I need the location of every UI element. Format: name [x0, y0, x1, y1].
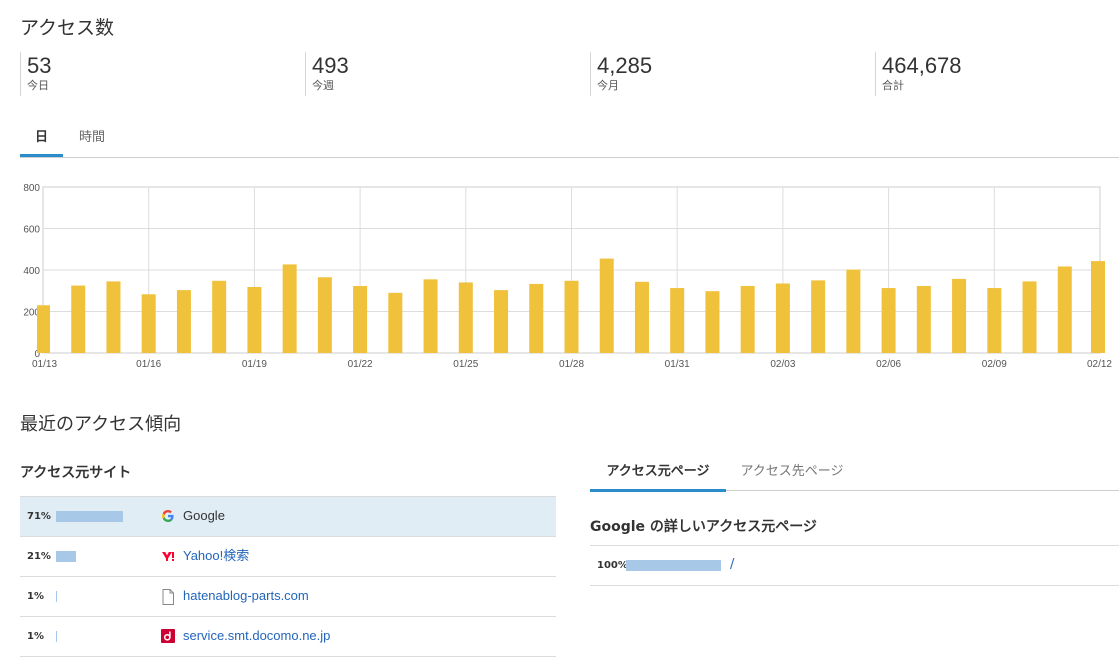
referrer-share-bar — [56, 511, 123, 522]
referrer-percent: 21% — [27, 551, 51, 562]
stat-value: 53 — [27, 53, 52, 78]
stat-label: 今週 — [312, 79, 334, 92]
chart-bar — [1057, 266, 1072, 353]
chart-bar — [811, 280, 826, 353]
referrer-percent: 71% — [27, 511, 51, 522]
stat-today: 53 今日 — [20, 52, 51, 96]
x-tick-label: 01/25 — [453, 359, 478, 370]
referrer-site-name: Google — [183, 508, 225, 523]
referrer-site-link[interactable]: service.smt.docomo.ne.jp — [183, 617, 330, 655]
chart-bar — [1022, 281, 1037, 353]
chart-bar — [670, 288, 685, 353]
stat-total: 464,678 合計 — [875, 52, 962, 96]
referrer-row-yahoo[interactable]: 21% Yahoo!検索 — [20, 537, 556, 577]
chart-bar — [317, 277, 332, 353]
referrer-row-google[interactable]: 71% Google — [20, 496, 556, 537]
chart-bar — [423, 279, 438, 353]
stat-label: 今日 — [27, 79, 49, 92]
referrer-percent: 1% — [27, 631, 44, 642]
trend-title: 最近のアクセス傾向 — [20, 414, 182, 435]
chart-bar — [564, 280, 579, 353]
period-tabs: 日 時間 — [20, 122, 1119, 158]
tab-landing-pages[interactable]: アクセス先ページ — [736, 456, 848, 490]
docomo-icon — [161, 629, 175, 643]
chart-bar — [952, 278, 967, 353]
chart-bar — [775, 283, 790, 353]
y-tick-label: 600 — [23, 225, 40, 236]
detail-page-link[interactable]: / — [730, 546, 734, 584]
tab-referrer-pages[interactable]: アクセス元ページ — [590, 456, 726, 492]
referrer-share-bar — [56, 591, 57, 602]
y-tick-label: 400 — [23, 266, 40, 277]
chart-bar — [353, 285, 368, 353]
chart-bar — [141, 294, 156, 353]
document-icon — [161, 589, 175, 605]
chart-bar — [740, 285, 755, 353]
x-tick-label: 01/19 — [242, 359, 267, 370]
chart-bar — [987, 288, 1002, 353]
stat-label: 今月 — [597, 79, 619, 92]
tab-hour[interactable]: 時間 — [72, 122, 112, 155]
page-tabs: アクセス元ページ アクセス先ページ — [590, 456, 1119, 492]
x-tick-label: 02/09 — [982, 359, 1007, 370]
stats-summary: 53 今日 493 今週 4,285 今月 464,678 合計 — [20, 52, 1119, 98]
referrer-row-hatenablog-parts[interactable]: 1% hatenablog-parts.com — [20, 577, 556, 617]
chart-bar — [71, 285, 86, 353]
chart-bar — [1091, 261, 1105, 353]
x-tick-label: 01/13 — [32, 359, 57, 370]
chart-bar — [634, 281, 649, 353]
chart-bar — [599, 258, 614, 353]
x-tick-label: 01/31 — [665, 359, 690, 370]
stat-value: 493 — [312, 53, 349, 78]
chart-bar — [282, 264, 297, 353]
chart-bar — [247, 287, 262, 353]
detail-share-bar — [626, 560, 721, 571]
chart-bar — [388, 292, 403, 353]
detail-percent: 100% — [597, 560, 628, 571]
stat-week: 493 今週 — [305, 52, 349, 96]
google-icon — [161, 509, 175, 523]
x-tick-label: 01/28 — [559, 359, 584, 370]
chart-bar — [705, 291, 720, 353]
stat-label: 合計 — [882, 79, 904, 92]
stat-value: 4,285 — [597, 53, 653, 78]
x-tick-label: 01/22 — [348, 359, 373, 370]
referrer-site-link[interactable]: Yahoo!検索 — [183, 537, 249, 575]
referrer-sites-title: アクセス元サイト — [20, 465, 132, 481]
referrer-sites-table: 71% Google 21% Yahoo!検索 1% hatenablog-pa… — [20, 496, 556, 657]
referrer-share-bar — [56, 551, 76, 562]
stat-month: 4,285 今月 — [590, 52, 652, 96]
yahoo-icon — [161, 549, 175, 563]
chart-bar — [494, 290, 509, 353]
chart-bar — [881, 288, 896, 353]
x-tick-label: 02/12 — [1087, 359, 1112, 370]
chart-bar — [106, 281, 121, 353]
chart-bar — [916, 285, 931, 353]
chart-bar — [846, 269, 861, 353]
chart-bar — [529, 283, 544, 353]
page-title: アクセス数 — [20, 17, 115, 39]
detail-title: Google の詳しいアクセス元ページ — [590, 519, 817, 535]
stat-value: 464,678 — [882, 53, 962, 78]
x-tick-label: 02/03 — [770, 359, 795, 370]
x-tick-label: 01/16 — [136, 359, 161, 370]
referrer-share-bar — [56, 631, 57, 642]
referrer-percent: 1% — [27, 591, 44, 602]
chart-bar — [37, 305, 50, 353]
access-chart: 800600400200001/13 01/16 01/19 01/22 01/25 01… — [23, 183, 1112, 370]
chart-bar — [212, 280, 227, 353]
y-tick-label: 800 — [23, 183, 40, 194]
x-tick-label: 02/06 — [876, 359, 901, 370]
chart-bar — [176, 290, 191, 353]
referrer-site-link[interactable]: hatenablog-parts.com — [183, 577, 309, 615]
referrer-row-docomo[interactable]: 1% service.smt.docomo.ne.jp — [20, 617, 556, 657]
chart-bar — [458, 282, 473, 353]
tab-day[interactable]: 日 — [20, 122, 63, 157]
detail-row: 100% / — [590, 545, 1119, 586]
